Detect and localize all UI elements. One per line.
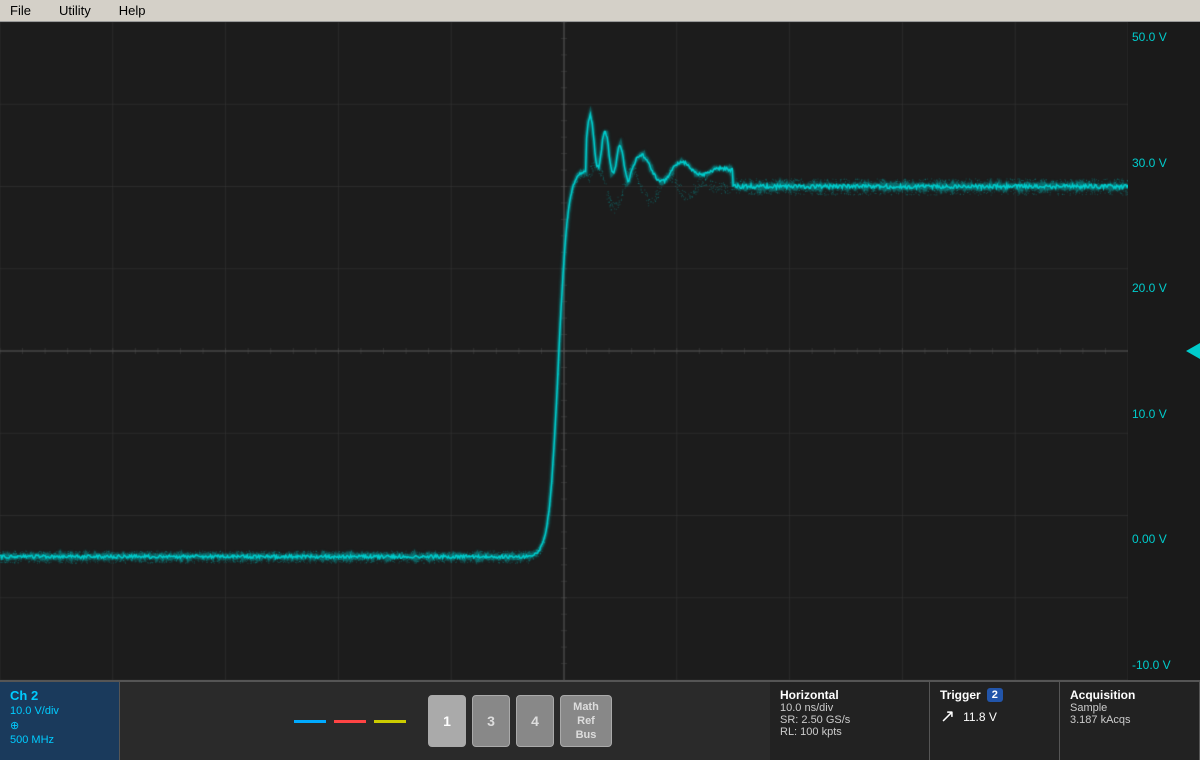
acquisition-mode: Sample <box>1070 702 1135 714</box>
menu-bar: File Utility Help <box>0 0 1200 22</box>
channel-buttons-section: 1 3 4 MathRefBus <box>120 682 770 760</box>
ch2-bw: 500 MHz <box>10 734 54 746</box>
acquisition-rate: 3.187 kAcqs <box>1070 714 1135 726</box>
channel-4-button[interactable]: 4 <box>516 695 554 747</box>
trigger-slope-icon: ↗ <box>940 706 955 727</box>
horizontal-time-div: 10.0 ns/div <box>780 702 850 714</box>
trigger-value: 11.8 V <box>963 710 997 724</box>
ch2-header: Ch 2 <box>10 688 38 703</box>
menu-file[interactable]: File <box>4 1 37 20</box>
scope-screen: C2 50.0 V 30.0 V 20.0 V 10.0 V 0.00 V -1… <box>0 22 1200 680</box>
ch3-indicator <box>374 720 406 723</box>
trigger-level-arrow <box>1186 343 1200 359</box>
horizontal-section[interactable]: Horizontal 10.0 ns/div SR: 2.50 GS/s RL:… <box>770 682 930 760</box>
trigger-channel-badge: 2 <box>987 688 1003 702</box>
channel-1-button[interactable]: 1 <box>428 695 466 747</box>
scale-0v: 0.00 V <box>1132 532 1196 546</box>
math-ref-bus-label: MathRefBus <box>573 700 599 743</box>
ch1-indicator <box>294 720 326 723</box>
ch2-vdiv: 10.0 V/div <box>10 705 59 717</box>
ch3-color-line <box>374 720 406 723</box>
scale-30v: 30.0 V <box>1132 156 1196 170</box>
oscilloscope-canvas <box>0 22 1128 680</box>
trigger-label: Trigger <box>940 688 981 702</box>
ch2-bw-icon: ⊕ <box>10 719 19 732</box>
menu-utility[interactable]: Utility <box>53 1 97 20</box>
scale-20v: 20.0 V <box>1132 281 1196 295</box>
acquisition-header: Acquisition <box>1070 688 1135 702</box>
ch2-color-line <box>334 720 366 723</box>
channel-3-button[interactable]: 3 <box>472 695 510 747</box>
scale-50v: 50.0 V <box>1132 30 1196 44</box>
scale-neg10v: -10.0 V <box>1132 658 1196 672</box>
scale-10v: 10.0 V <box>1132 407 1196 421</box>
math-ref-bus-button[interactable]: MathRefBus <box>560 695 612 747</box>
status-bar: Ch 2 10.0 V/div ⊕ 500 MHz 1 3 4 <box>0 680 1200 760</box>
channel-indicators <box>278 720 422 723</box>
horizontal-sample-rate: SR: 2.50 GS/s <box>780 714 850 726</box>
menu-help[interactable]: Help <box>113 1 152 20</box>
ch1-color-line <box>294 720 326 723</box>
acquisition-section[interactable]: Acquisition Sample 3.187 kAcqs <box>1060 682 1200 760</box>
trigger-header-row: Trigger 2 <box>940 688 1003 702</box>
trigger-section[interactable]: Trigger 2 ↗ 11.8 V <box>930 682 1060 760</box>
grid-area: C2 <box>0 22 1128 680</box>
horizontal-record-length: RL: 100 kpts <box>780 726 850 738</box>
horizontal-header: Horizontal <box>780 688 850 702</box>
scale-labels: 50.0 V 30.0 V 20.0 V 10.0 V 0.00 V -10.0… <box>1128 22 1200 680</box>
ch2-section[interactable]: Ch 2 10.0 V/div ⊕ 500 MHz <box>0 682 120 760</box>
ch2-indicator <box>334 720 366 723</box>
